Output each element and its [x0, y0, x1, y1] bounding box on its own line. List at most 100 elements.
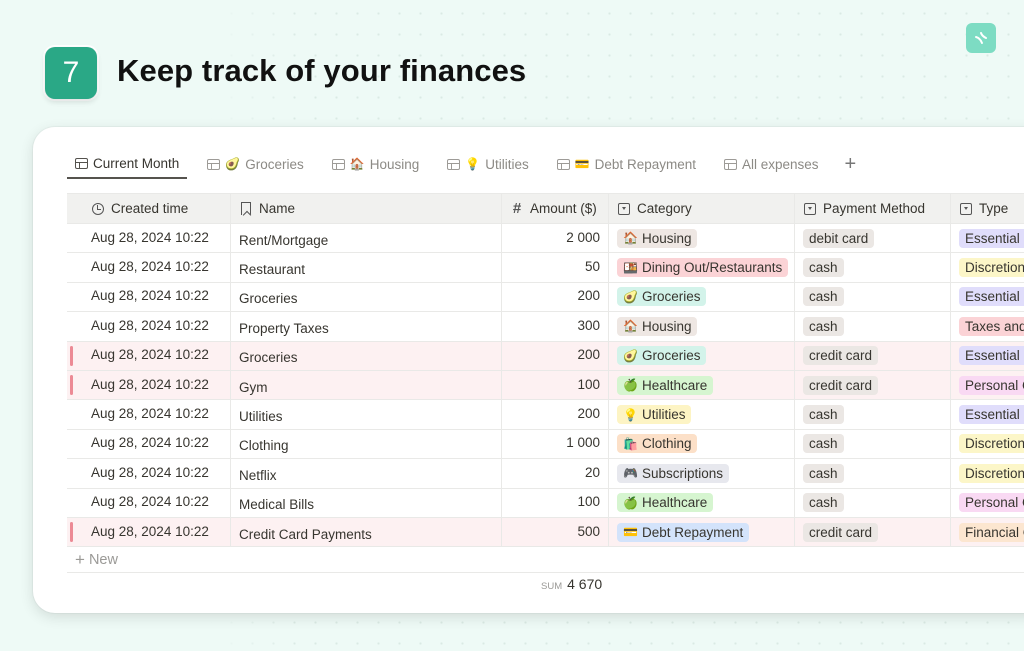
tab-current-month[interactable]: Current Month: [67, 149, 188, 179]
created-time-cell[interactable]: Aug 28, 2024 10:22: [67, 224, 231, 253]
amount-cell[interactable]: 500: [502, 517, 609, 547]
name-cell[interactable]: Gym: [231, 370, 502, 400]
table-view-icon: [447, 158, 461, 170]
created-time-cell[interactable]: Aug 28, 2024 10:22: [67, 312, 231, 341]
add-new-row-button[interactable]: + New: [67, 548, 1024, 573]
table-row[interactable]: Aug 28, 2024 10:22 Netflix 20 🎮 Subscription…: [67, 459, 1024, 489]
created-time-cell[interactable]: Aug 28, 2024 10:22: [67, 459, 231, 488]
table-row[interactable]: Aug 28, 2024 10:22 Credit Card Payments 50…: [67, 517, 1024, 548]
category-tag-label: Utilities: [641, 407, 686, 423]
amount-cell[interactable]: 100: [502, 370, 609, 400]
column-header-type[interactable]: Type: [951, 194, 1024, 223]
tab-groceries[interactable]: 🥑 Groceries: [199, 149, 311, 179]
name-cell[interactable]: Groceries: [231, 341, 502, 370]
payment-method-cell[interactable]: cash: [795, 400, 951, 429]
name-cell[interactable]: Credit Card Payments: [231, 517, 502, 547]
table-row[interactable]: Aug 28, 2024 10:22 Rent/Mortgage 2 000 🏠 Hou…: [67, 224, 1024, 254]
category-cell[interactable]: 🍏 Healthcare: [609, 488, 795, 517]
category-cell[interactable]: 🍏 Healthcare: [609, 370, 795, 400]
type-cell[interactable]: Financial C: [951, 518, 1024, 546]
type-cell[interactable]: Essential E: [951, 224, 1024, 252]
amount-cell[interactable]: 1 000: [502, 429, 609, 459]
category-tag-label: Debt Repayment: [641, 524, 744, 540]
category-cell[interactable]: 🛍️ Clothing: [609, 429, 795, 459]
created-time-cell[interactable]: Aug 28, 2024 10:22: [67, 370, 231, 400]
column-header-payment-method[interactable]: Payment Method: [795, 194, 951, 223]
created-time-cell[interactable]: Aug 28, 2024 10:22: [67, 253, 231, 282]
table-row[interactable]: Aug 28, 2024 10:22 Groceries 200 🥑 Groceries…: [67, 341, 1024, 371]
payment-method-cell[interactable]: cash: [795, 429, 951, 459]
type-cell[interactable]: Essential E: [951, 400, 1024, 428]
category-cell[interactable]: 🏠 Housing: [609, 224, 795, 253]
type-tag-label: Discretion: [965, 465, 1024, 481]
category-cell[interactable]: 💡 Utilities: [609, 400, 795, 429]
payment-method-cell[interactable]: cash: [795, 282, 951, 312]
category-cell[interactable]: 🥑 Groceries: [609, 282, 795, 312]
amount-cell[interactable]: 300: [502, 312, 609, 341]
type-cell[interactable]: Taxes and: [951, 312, 1024, 340]
created-time-cell[interactable]: Aug 28, 2024 10:22: [67, 488, 231, 517]
type-cell[interactable]: Discretion: [951, 430, 1024, 458]
created-time-cell[interactable]: Aug 28, 2024 10:22: [67, 429, 231, 459]
payment-method-cell[interactable]: cash: [795, 459, 951, 488]
amount-cell[interactable]: 200: [502, 282, 609, 312]
type-cell[interactable]: Essential E: [951, 283, 1024, 311]
amount-cell[interactable]: 200: [502, 341, 609, 370]
created-time-cell[interactable]: Aug 28, 2024 10:22: [67, 341, 231, 370]
payment-method-cell[interactable]: cash: [795, 488, 951, 517]
name-cell[interactable]: Clothing: [231, 429, 502, 459]
amount-cell[interactable]: 200: [502, 400, 609, 429]
table-row[interactable]: Aug 28, 2024 10:22 Medical Bills 100 🍏 Healt…: [67, 488, 1024, 518]
category-tag-label: Housing: [641, 230, 692, 246]
payment-method-cell[interactable]: cash: [795, 312, 951, 341]
amount-cell[interactable]: 50: [502, 253, 609, 282]
category-cell[interactable]: 🍱 Dining Out/Restaurants: [609, 253, 795, 282]
amount-cell[interactable]: 20: [502, 459, 609, 488]
name-cell[interactable]: Medical Bills: [231, 488, 502, 517]
type-cell[interactable]: Personal C: [951, 371, 1024, 399]
table-row[interactable]: Aug 28, 2024 10:22 Gym 100 🍏 Healthcare credi…: [67, 370, 1024, 401]
tab-utilities[interactable]: 💡 Utilities: [439, 149, 536, 179]
type-cell[interactable]: Discretion: [951, 459, 1024, 487]
created-time-cell[interactable]: Aug 28, 2024 10:22: [67, 517, 231, 547]
name-cell[interactable]: Rent/Mortgage: [231, 224, 502, 253]
add-view-button[interactable]: +: [839, 154, 863, 174]
type-cell[interactable]: Essential E: [951, 342, 1024, 370]
name-cell[interactable]: Netflix: [231, 459, 502, 488]
name-cell[interactable]: Groceries: [231, 282, 502, 312]
table-row[interactable]: Aug 28, 2024 10:22 Clothing 1 000 🛍️ Clothin…: [67, 429, 1024, 460]
amount-value: 100: [577, 494, 600, 510]
name-cell[interactable]: Utilities: [231, 400, 502, 429]
type-cell[interactable]: Personal C: [951, 489, 1024, 517]
amount-cell[interactable]: 2 000: [502, 224, 609, 253]
amount-cell[interactable]: 100: [502, 488, 609, 517]
table-row[interactable]: Aug 28, 2024 10:22 Restaurant 50 🍱 Dining Ou…: [67, 253, 1024, 283]
created-time-cell[interactable]: Aug 28, 2024 10:22: [67, 282, 231, 312]
payment-method-tag: debit card: [803, 228, 875, 248]
column-header-category[interactable]: Category: [609, 194, 795, 223]
table-row[interactable]: Aug 28, 2024 10:22 Groceries 200 🥑 Groceries…: [67, 282, 1024, 313]
table-row[interactable]: Aug 28, 2024 10:22 Utilities 200 💡 Utilities…: [67, 400, 1024, 430]
category-cell[interactable]: 🥑 Groceries: [609, 341, 795, 370]
tab-all-expenses[interactable]: All expenses: [716, 149, 827, 179]
name-cell[interactable]: Property Taxes: [231, 312, 502, 341]
type-cell[interactable]: Discretion: [951, 253, 1024, 281]
payment-method-cell[interactable]: cash: [795, 253, 951, 282]
category-cell[interactable]: 🎮 Subscriptions: [609, 459, 795, 488]
created-time-cell[interactable]: Aug 28, 2024 10:22: [67, 400, 231, 429]
category-cell[interactable]: 🏠 Housing: [609, 312, 795, 341]
column-header-created-time[interactable]: Created time: [67, 194, 231, 223]
category-cell[interactable]: 💳 Debt Repayment: [609, 517, 795, 547]
type-tag-label: Essential E: [965, 230, 1024, 246]
payment-method-cell[interactable]: credit card: [795, 341, 951, 370]
payment-method-cell[interactable]: credit card: [795, 370, 951, 400]
payment-method-cell[interactable]: credit card: [795, 517, 951, 547]
payment-method-cell[interactable]: debit card: [795, 224, 951, 253]
column-header-amount[interactable]: # Amount ($): [502, 194, 609, 223]
tab-debt-repayment[interactable]: 💳 Debt Repayment: [549, 149, 704, 179]
table-row[interactable]: Aug 28, 2024 10:22 Property Taxes 300 🏠 Hous…: [67, 312, 1024, 342]
category-tag-label: Groceries: [641, 289, 701, 305]
column-header-name[interactable]: Name: [231, 194, 502, 223]
name-cell[interactable]: Restaurant: [231, 253, 502, 282]
tab-housing[interactable]: 🏠 Housing: [324, 149, 427, 179]
